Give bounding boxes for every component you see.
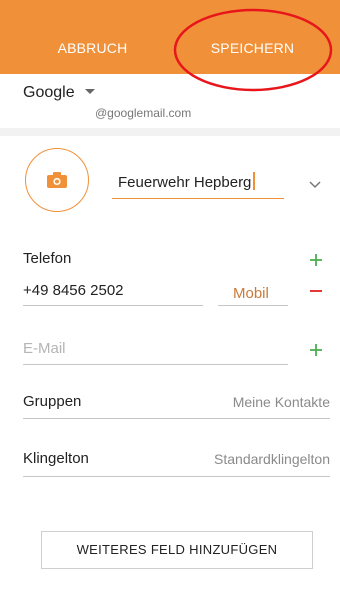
account-selector[interactable]: Google bbox=[23, 84, 96, 102]
app-bar: ABBRUCH SPEICHERN bbox=[0, 0, 340, 74]
section-divider bbox=[0, 128, 340, 136]
phone-type-underline bbox=[218, 305, 288, 306]
add-email-plus-icon[interactable] bbox=[309, 343, 323, 357]
groups-label: Gruppen bbox=[23, 393, 82, 410]
phone-type-selector[interactable]: Mobil bbox=[233, 285, 269, 302]
name-input[interactable]: Feuerwehr Hepberg bbox=[112, 172, 284, 199]
groups-selector[interactable]: Meine Kontakte bbox=[170, 394, 330, 410]
ringtone-selector[interactable]: Standardklingelton bbox=[160, 451, 330, 467]
email-underline bbox=[23, 364, 288, 365]
text-cursor bbox=[253, 172, 255, 190]
caret-down-icon bbox=[85, 89, 96, 94]
email-input[interactable]: E-Mail bbox=[23, 340, 66, 357]
phone-number-input[interactable]: +49 8456 2502 bbox=[23, 282, 124, 299]
remove-phone-minus-icon[interactable] bbox=[309, 284, 323, 298]
ringtone-underline bbox=[23, 476, 330, 477]
cancel-button[interactable]: ABBRUCH bbox=[35, 0, 150, 74]
chevron-down-icon[interactable] bbox=[308, 180, 322, 190]
add-field-button[interactable]: WEITERES FELD HINZUFÜGEN bbox=[41, 531, 313, 569]
name-value: Feuerwehr Hepberg bbox=[118, 174, 252, 191]
add-phone-plus-icon[interactable] bbox=[309, 253, 323, 267]
save-button[interactable]: SPEICHERN bbox=[175, 0, 330, 74]
ringtone-label: Klingelton bbox=[23, 450, 89, 467]
phone-underline bbox=[23, 305, 203, 306]
account-name: Google bbox=[23, 84, 75, 101]
phone-label: Telefon bbox=[23, 250, 72, 267]
account-email: @googlemail.com bbox=[95, 106, 192, 120]
camera-icon bbox=[47, 172, 67, 188]
groups-underline bbox=[23, 418, 330, 419]
contact-photo-button[interactable] bbox=[25, 148, 89, 212]
